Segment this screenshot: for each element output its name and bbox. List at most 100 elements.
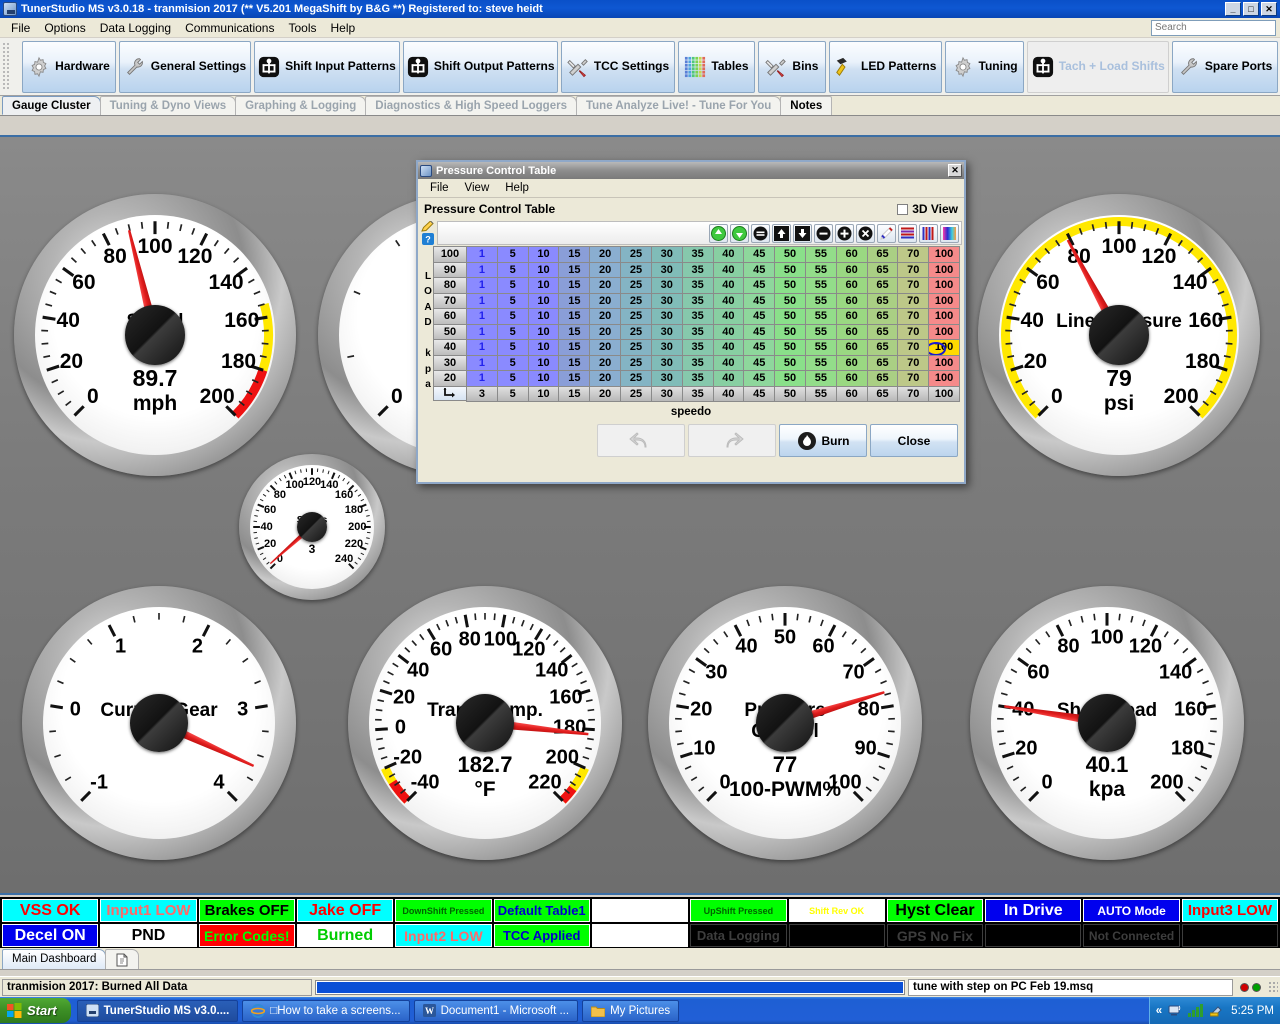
grid-cell[interactable]: 50 (774, 292, 806, 309)
grid-cell[interactable]: 20 (589, 261, 622, 278)
grid-cell[interactable]: 30 (650, 339, 683, 356)
grid-cell[interactable]: 40 (712, 370, 745, 387)
grid-cell[interactable]: 15 (558, 246, 591, 263)
grid-cell[interactable]: 35 (681, 261, 714, 278)
grid-cell[interactable]: 1 (466, 292, 498, 309)
new-dashboard-icon[interactable] (105, 949, 140, 969)
toolbar-button-bins[interactable]: Bins (758, 40, 826, 93)
grid-cell[interactable]: 25 (620, 354, 652, 371)
grid-cell[interactable]: 15 (558, 339, 591, 356)
grid-cell[interactable]: 45 (743, 246, 776, 263)
interpolate-horizontal-icon[interactable] (751, 223, 770, 243)
grid-cell[interactable]: 100 (928, 339, 960, 356)
grid-cell[interactable]: 25 (620, 277, 652, 294)
grid-cell[interactable]: 30 (650, 323, 683, 340)
resize-grip[interactable] (1268, 981, 1278, 993)
tab-diagnostics-high-speed-loggers[interactable]: Diagnostics & High Speed Loggers (365, 96, 577, 115)
grid-cell[interactable]: 55 (804, 292, 837, 309)
grid-cell[interactable]: 45 (743, 308, 776, 325)
grid-cell[interactable]: 30 (650, 246, 683, 263)
grid-cell[interactable]: 1 (466, 323, 498, 340)
tab-graphing-logging[interactable]: Graphing & Logging (235, 96, 367, 115)
grid-row-header[interactable]: 40 (433, 339, 467, 356)
dialog-close-button[interactable]: ✕ (948, 164, 962, 177)
decrease-all-icon[interactable] (730, 223, 749, 243)
grid-col-header[interactable]: 55 (804, 385, 837, 402)
grid-cell[interactable]: 35 (681, 370, 714, 387)
search-input[interactable]: Search (1151, 20, 1276, 36)
help-icon[interactable]: ? (422, 233, 434, 245)
grid-cell[interactable]: 20 (589, 246, 622, 263)
grid-cell[interactable]: 10 (527, 323, 560, 340)
grid-cell[interactable]: 40 (712, 354, 745, 371)
grid-row-header[interactable]: 60 (433, 308, 467, 325)
grid-col-header[interactable]: 40 (712, 385, 745, 402)
grid-cell[interactable]: 50 (774, 354, 806, 371)
grid-col-header[interactable]: 5 (496, 385, 529, 402)
tab-notes[interactable]: Notes (780, 96, 833, 115)
grid-cell[interactable]: 35 (681, 277, 714, 294)
grid-cell[interactable]: 35 (681, 354, 714, 371)
tab-tuning-dyno-views[interactable]: Tuning & Dyno Views (99, 96, 237, 115)
grid-cell[interactable]: 1 (466, 246, 498, 263)
grid-cell[interactable]: 45 (743, 354, 776, 371)
grid-cell[interactable]: 10 (527, 308, 560, 325)
undo-button[interactable] (597, 424, 685, 457)
grid-cell[interactable]: 60 (835, 339, 868, 356)
grid-cell[interactable]: 35 (681, 292, 714, 309)
toolbar-button-hardware[interactable]: Hardware (22, 40, 117, 93)
grid-cell[interactable]: 25 (620, 292, 652, 309)
grid-cell[interactable]: 1 (466, 354, 498, 371)
grid-cell[interactable]: 5 (496, 354, 529, 371)
taskbar-item-my-pictures[interactable]: My Pictures (582, 999, 680, 1022)
grid-cell[interactable]: 25 (620, 370, 652, 387)
toolbar-button-spare-ports[interactable]: Spare Ports (1172, 40, 1278, 93)
grid-cell[interactable]: 15 (558, 370, 591, 387)
menu-item-communications[interactable]: Communications (178, 19, 281, 37)
gradient-icon[interactable] (940, 223, 959, 243)
grid-cell[interactable]: 70 (897, 308, 930, 325)
grid-cell[interactable]: 100 (928, 323, 960, 340)
grid-col-header[interactable]: 45 (743, 385, 776, 402)
grid-cell[interactable]: 20 (589, 354, 622, 371)
grid-cell[interactable]: 5 (496, 277, 529, 294)
grid-cell[interactable]: 30 (650, 354, 683, 371)
toolbar-button-tuning[interactable]: Tuning (944, 40, 1025, 93)
grid-cell[interactable]: 30 (650, 308, 683, 325)
grid-cell[interactable]: 35 (681, 308, 714, 325)
grid-cell[interactable]: 10 (527, 277, 560, 294)
grid-cell[interactable]: 65 (866, 246, 899, 263)
grid-cell[interactable]: 10 (527, 370, 560, 387)
grid-col-header[interactable]: 25 (620, 385, 652, 402)
grid-cell[interactable]: 55 (804, 308, 837, 325)
shift-down-icon[interactable] (793, 223, 812, 243)
grid-cell[interactable]: 45 (743, 323, 776, 340)
grid-cell[interactable]: 5 (496, 339, 529, 356)
grid-cell[interactable]: 60 (835, 292, 868, 309)
toolbar-button-tables[interactable]: Tables (677, 40, 756, 93)
3d-view-checkbox[interactable]: 3D View (897, 202, 958, 216)
grid-cell[interactable]: 100 (928, 277, 960, 294)
grid-cell[interactable]: 70 (897, 323, 930, 340)
grid-col-header[interactable]: 65 (866, 385, 899, 402)
grid-cell[interactable]: 30 (650, 370, 683, 387)
tab-tune-analyze-live-tune-for-you[interactable]: Tune Analyze Live! - Tune For You (575, 96, 782, 115)
pencil-edit-icon[interactable] (421, 221, 435, 232)
3d-view-checkbox-box[interactable] (897, 203, 909, 215)
grid-cell[interactable]: 55 (804, 339, 837, 356)
grid-col-header[interactable]: 50 (774, 385, 806, 402)
grid-cell[interactable]: 5 (496, 323, 529, 340)
grid-cell[interactable]: 55 (804, 370, 837, 387)
grid-cell[interactable]: 70 (897, 354, 930, 371)
grid-cell[interactable]: 50 (774, 370, 806, 387)
grid-cell[interactable]: 20 (589, 370, 622, 387)
grid-row-header[interactable]: 100 (433, 246, 467, 263)
axis-toggle-icon[interactable] (433, 385, 467, 401)
grid-cell[interactable]: 20 (589, 308, 622, 325)
grid-cell[interactable]: 70 (897, 246, 930, 263)
dialog-menu-help[interactable]: Help (497, 181, 537, 195)
grid-cell[interactable]: 50 (774, 308, 806, 325)
minimize-button[interactable]: _ (1225, 2, 1241, 16)
close-table-button[interactable]: Close (870, 424, 958, 457)
grid-cell[interactable]: 10 (527, 354, 560, 371)
